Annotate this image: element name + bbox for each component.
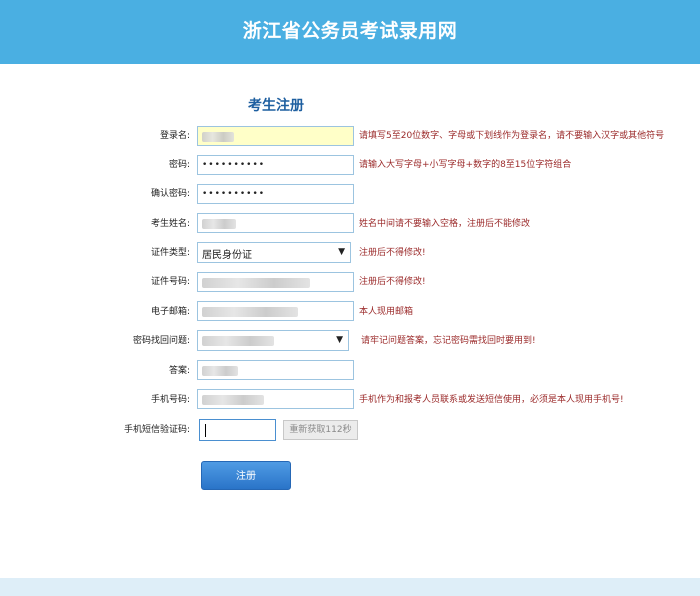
confirm-password-input[interactable]: •••••••••• (197, 184, 354, 204)
security-question-label: 密码找回问题: (132, 336, 190, 346)
security-question-select[interactable]: ▼ (197, 330, 349, 351)
footer-band (0, 578, 700, 596)
name-hint: 姓名中间请不要输入空格，注册后不能修改 (359, 219, 531, 229)
id-number-input[interactable] (197, 272, 354, 292)
text-cursor (205, 424, 206, 437)
password-input[interactable]: •••••••••• (197, 155, 354, 175)
login-name-label: 登录名: (159, 131, 190, 141)
password-label: 密码: (168, 160, 190, 170)
redacted-value (202, 366, 238, 376)
phone-label: 手机号码: (150, 395, 190, 405)
phone-hint: 手机作为和报考人员联系或发送短信使用，必须是本人现用手机号! (359, 395, 624, 405)
redacted-value (202, 132, 234, 142)
id-type-select[interactable]: 居民身份证 ▼ (197, 242, 351, 263)
security-question-hint: 请牢记问题答案，忘记密码需找回时要用到! (361, 336, 536, 346)
phone-input[interactable] (197, 389, 354, 409)
email-input[interactable] (197, 301, 354, 321)
site-title: 浙江省公务员考试录用网 (242, 20, 458, 42)
sms-code-label: 手机短信验证码: (123, 425, 190, 435)
redacted-value (202, 307, 298, 317)
dropdown-arrow-icon: ▼ (338, 247, 345, 257)
id-number-label: 证件号码: (150, 277, 190, 287)
form-title: 考生注册 (248, 98, 304, 114)
id-type-hint: 注册后不得修改! (359, 248, 426, 258)
answer-label: 答案: (168, 366, 190, 376)
id-type-label: 证件类型: (150, 248, 190, 258)
email-label: 电子邮箱: (150, 307, 190, 317)
email-hint: 本人现用邮箱 (359, 307, 414, 317)
site-header: 浙江省公务员考试录用网 (0, 0, 700, 64)
redacted-value (202, 336, 274, 346)
login-name-hint: 请填写5至20位数字、字母或下划线作为登录名，请不要输入汉字或其他符号 (359, 131, 665, 141)
id-number-hint: 注册后不得修改! (359, 277, 426, 287)
redacted-value (202, 278, 310, 288)
password-hint: 请输入大写字母+小写字母+数字的8至15位字符组合 (359, 160, 572, 170)
resend-code-button[interactable]: 重新获取112秒 (283, 420, 358, 440)
redacted-value (202, 395, 264, 405)
name-label: 考生姓名: (150, 219, 190, 229)
register-button[interactable]: 注册 (201, 461, 291, 490)
confirm-password-value: •••••••••• (202, 189, 266, 199)
confirm-password-label: 确认密码: (150, 189, 190, 199)
password-value: •••••••••• (202, 160, 266, 170)
sms-code-input[interactable] (199, 419, 276, 441)
answer-input[interactable] (197, 360, 354, 380)
redacted-value (202, 219, 236, 229)
name-input[interactable] (197, 213, 354, 233)
id-type-value: 居民身份证 (202, 250, 252, 261)
dropdown-arrow-icon: ▼ (336, 335, 343, 345)
login-name-input[interactable] (197, 126, 354, 146)
